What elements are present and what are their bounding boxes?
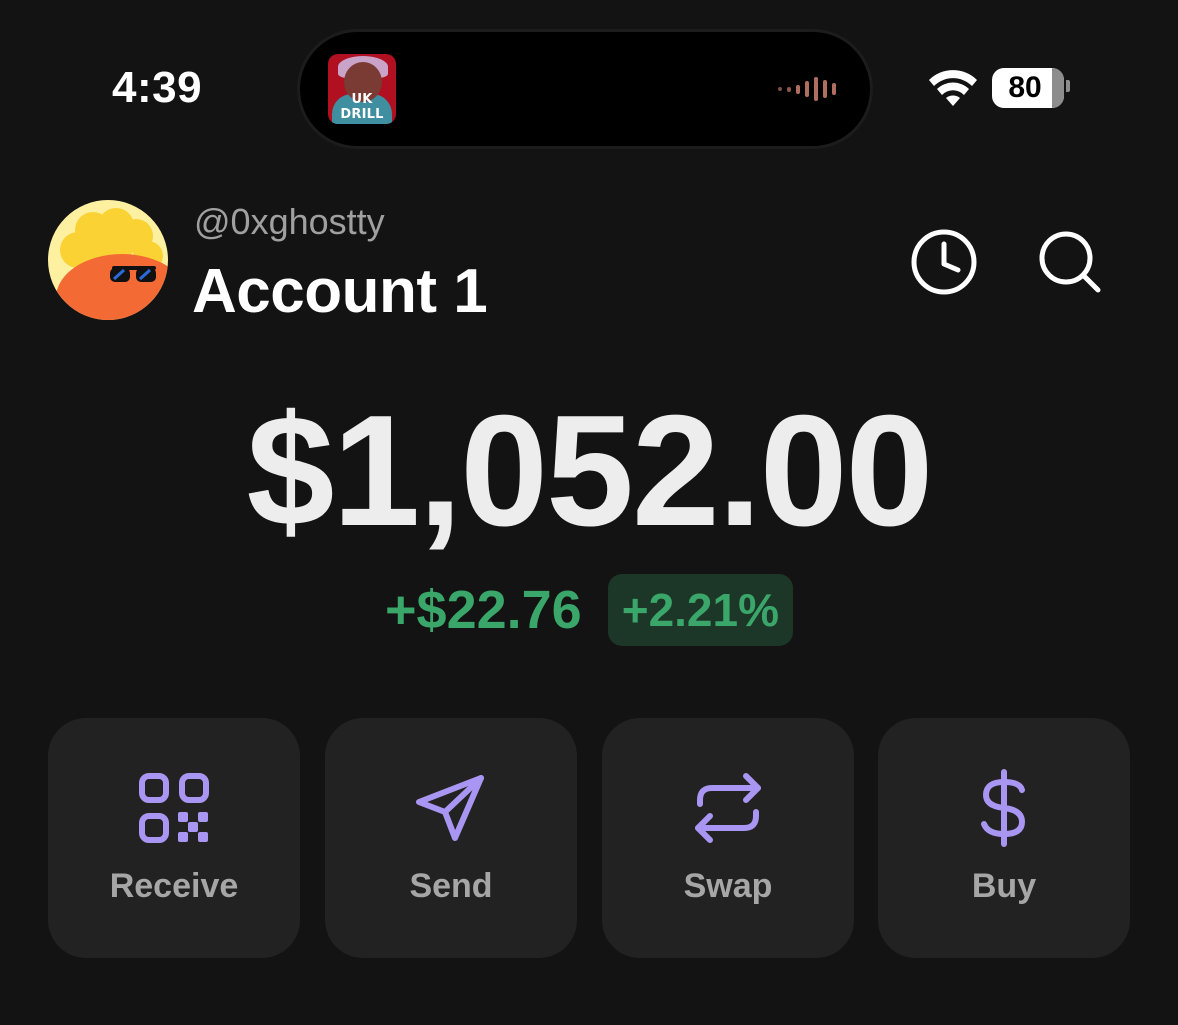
swap-icon [695, 773, 761, 843]
album-art-label: UK DRILL [340, 92, 384, 122]
send-button[interactable]: Send [325, 718, 577, 958]
swap-button[interactable]: Swap [602, 718, 854, 958]
balance-change: +$22.76 +2.21% [0, 574, 1178, 646]
change-percent-badge: +2.21% [607, 574, 793, 646]
battery-tip [1066, 80, 1070, 92]
avatar-image [48, 200, 168, 320]
search-button[interactable] [1036, 228, 1104, 296]
swap-label: Swap [683, 867, 773, 905]
battery-icon: 80 [992, 68, 1064, 108]
change-amount: +$22.76 [385, 580, 582, 640]
receive-label: Receive [109, 867, 239, 905]
buy-label: Buy [971, 867, 1037, 905]
account-name[interactable]: Account 1 [192, 256, 488, 328]
dollar-icon [981, 769, 1025, 847]
history-icon [911, 229, 977, 295]
dynamic-island[interactable]: UK DRILL [300, 32, 870, 146]
battery-level: 80 [1008, 71, 1042, 104]
username: @0xghostty [194, 201, 385, 242]
buy-button[interactable]: Buy [878, 718, 1130, 958]
receive-button[interactable]: Receive [48, 718, 300, 958]
action-buttons: Receive Send Swap Buy [48, 718, 1130, 958]
history-button[interactable] [910, 228, 978, 296]
send-icon [416, 775, 484, 841]
search-icon [1039, 231, 1101, 293]
qr-code-icon [139, 773, 209, 843]
waveform-icon [778, 76, 836, 102]
status-time: 4:39 [112, 63, 203, 112]
album-art[interactable]: UK DRILL [328, 54, 396, 124]
send-label: Send [409, 867, 493, 905]
avatar[interactable] [48, 200, 168, 320]
total-balance: $1,052.00 [246, 383, 934, 559]
wifi-icon [929, 70, 977, 106]
